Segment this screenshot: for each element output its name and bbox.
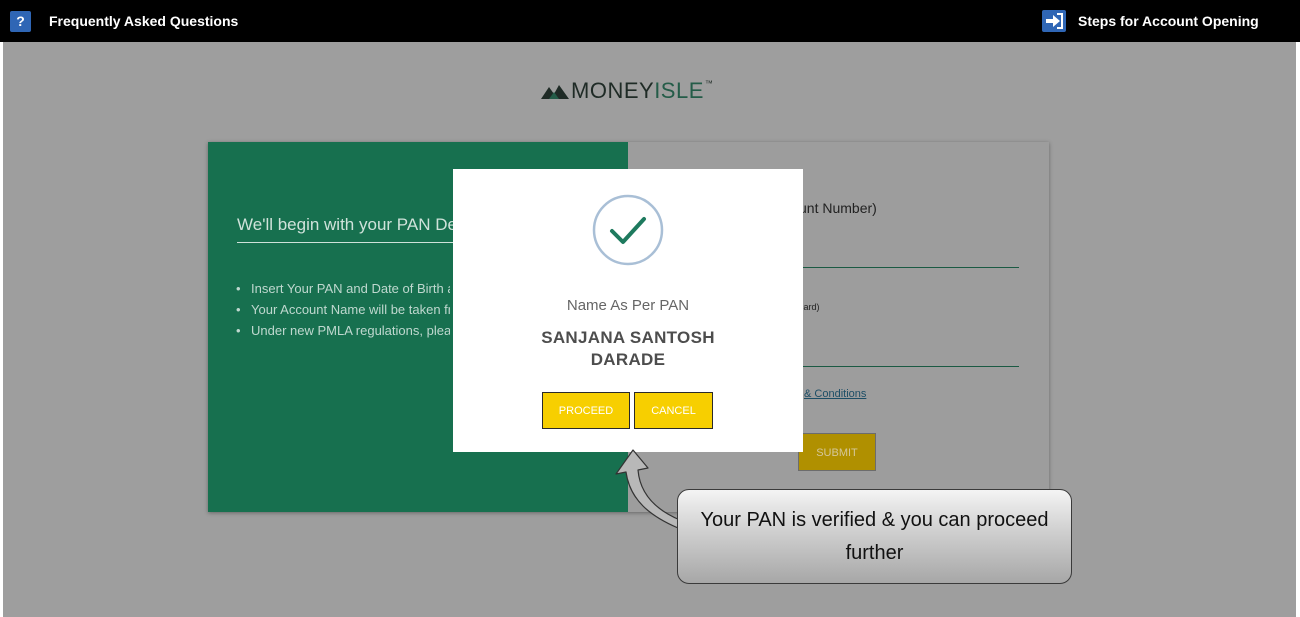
moneyisle-logo: MONEY ISLE ™	[541, 78, 713, 103]
dob-input[interactable]	[799, 366, 1019, 367]
checkmark-circle-icon	[592, 194, 664, 266]
pan-verified-callout: Your PAN is verified & you can proceed f…	[677, 489, 1072, 584]
pan-field-label: unt Number)	[799, 200, 877, 216]
submit-button[interactable]: SUBMIT	[798, 433, 876, 471]
faq-link[interactable]: Frequently Asked Questions	[49, 13, 238, 29]
logo-text-money: MONEY	[571, 78, 655, 103]
steps-for-account-opening-link[interactable]: Steps for Account Opening	[1078, 13, 1259, 29]
proceed-button[interactable]: PROCEED	[542, 392, 630, 429]
name-as-per-pan-label: Name As Per PAN	[566, 297, 690, 314]
mountain-logo-icon	[541, 85, 569, 99]
sign-in-arrow-icon[interactable]	[1042, 10, 1066, 32]
list-item: Under new PMLA regulations, please ensur…	[236, 323, 450, 338]
pan-holder-name: SANJANA SANTOSH DARADE	[541, 328, 715, 369]
pan-details-heading: We'll begin with your PAN Details	[237, 215, 477, 243]
logo-trademark: ™	[704, 78, 713, 88]
cancel-button[interactable]: CANCEL	[634, 392, 713, 429]
list-item: Your Account Name will be taken from the…	[236, 302, 450, 317]
pan-verified-dialog: Name As Per PAN SANJANA SANTOSH DARADE P…	[453, 169, 803, 452]
logo-text-isle: ISLE	[654, 78, 704, 103]
pan-input[interactable]	[799, 267, 1019, 268]
question-icon[interactable]: ?	[10, 11, 31, 32]
top-bar: ? Frequently Asked Questions Steps for A…	[0, 0, 1300, 42]
instructions-list: Insert Your PAN and Date of Birth as per…	[236, 281, 450, 344]
list-item: Insert Your PAN and Date of Birth as per…	[236, 281, 450, 296]
terms-conditions-link[interactable]: & Conditions	[804, 388, 866, 400]
